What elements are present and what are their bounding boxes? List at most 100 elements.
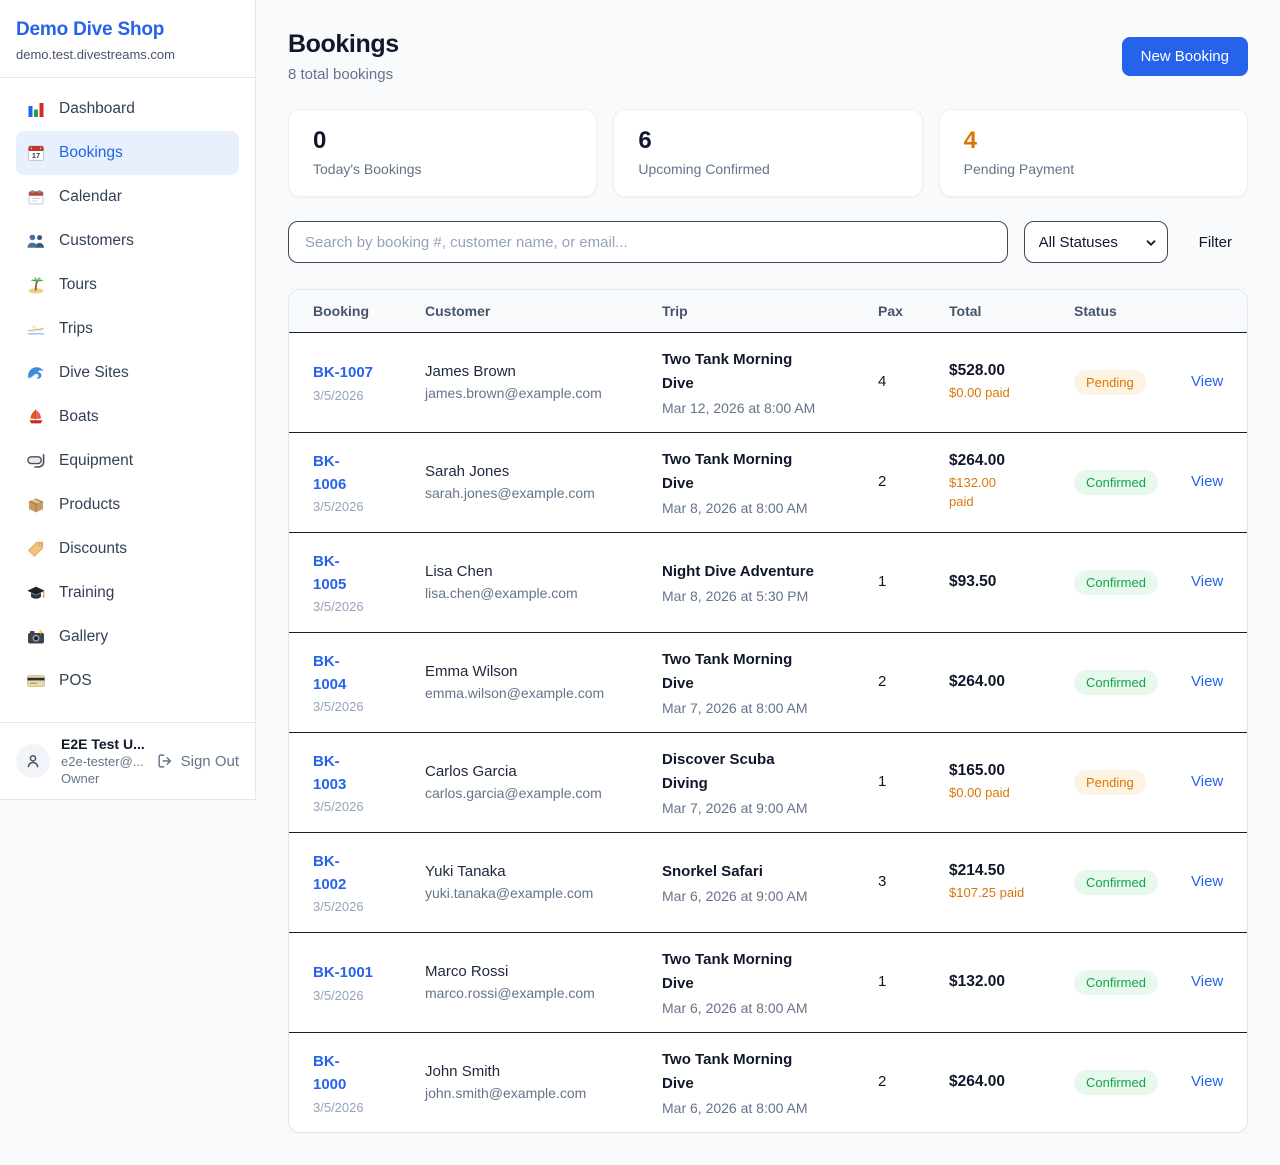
main-content: Bookings 8 total bookings New Booking 0T… (256, 0, 1280, 1165)
paid-amount: $132.00paid (949, 474, 1066, 512)
pax-cell: 1 (878, 732, 949, 832)
customer-cell: Yuki Tanakayuki.tanaka@example.com (425, 832, 662, 932)
pax-value: 1 (878, 773, 886, 790)
sidebar-item-training[interactable]: Training (16, 571, 239, 615)
sidebar-item-calendar[interactable]: Calendar (16, 175, 239, 219)
page-subtitle: 8 total bookings (288, 66, 399, 83)
booking-id-link[interactable]: BK-1004 (313, 650, 417, 697)
stat-card-today-s-bookings: 0Today's Bookings (288, 109, 597, 197)
total-amount: $93.50 (949, 573, 1066, 591)
view-link[interactable]: View (1191, 773, 1223, 790)
user-box: E2E Test U... e2e-tester@... Owner Sign … (0, 722, 255, 799)
pax-cell: 2 (878, 1032, 949, 1132)
booking-id-link[interactable]: BK-1005 (313, 550, 417, 597)
sidebar-item-gallery[interactable]: Gallery (16, 615, 239, 659)
booking-cell: BK-1007 3/5/2026 (289, 332, 425, 432)
sign-out-button[interactable]: Sign Out (156, 752, 239, 770)
trip-cell: Two Tank MorningDiveMar 7, 2026 at 8:00 … (662, 632, 878, 732)
sidebar-item-discounts[interactable]: Discounts (16, 527, 239, 571)
sign-out-icon (156, 752, 174, 770)
status-cell: Confirmed (1074, 632, 1191, 732)
total-cell: $93.50 (949, 532, 1074, 632)
sidebar-item-equipment[interactable]: Equipment (16, 439, 239, 483)
brand-title: Demo Dive Shop (16, 19, 239, 41)
sidebar-item-boats[interactable]: Boats (16, 395, 239, 439)
customer-name: Marco Rossi (425, 963, 654, 980)
sidebar-item-bookings[interactable]: 17Bookings (16, 131, 239, 175)
trip-name: Snorkel Safari (662, 860, 870, 884)
total-cell: $214.50$107.25 paid (949, 832, 1074, 932)
customer-cell: Emma Wilsonemma.wilson@example.com (425, 632, 662, 732)
view-link[interactable]: View (1191, 373, 1223, 390)
sidebar-item-label: Training (59, 584, 114, 602)
pax-value: 1 (878, 573, 886, 590)
sidebar-item-pos[interactable]: POS (16, 659, 239, 703)
booking-date: 3/5/2026 (313, 1100, 417, 1115)
stat-value: 6 (638, 127, 897, 155)
column-header-trip: Trip (662, 290, 878, 332)
booking-id-link[interactable]: BK-1007 (313, 361, 417, 384)
trip-datetime: Mar 6, 2026 at 9:00 AM (662, 888, 870, 904)
paid-amount: $107.25 paid (949, 884, 1066, 903)
pax-value: 2 (878, 1073, 886, 1090)
trip-name: Two Tank MorningDive (662, 1048, 870, 1096)
stat-label: Pending Payment (964, 161, 1223, 177)
trip-datetime: Mar 7, 2026 at 9:00 AM (662, 800, 870, 816)
sidebar-item-customers[interactable]: Customers (16, 219, 239, 263)
filter-button[interactable]: Filter (1199, 234, 1232, 251)
person-icon (23, 751, 43, 771)
page-title: Bookings (288, 30, 399, 59)
column-header-booking: Booking (289, 290, 425, 332)
column-header-actions (1191, 290, 1248, 332)
customer-email: emma.wilson@example.com (425, 685, 654, 701)
sidebar-item-trips[interactable]: Trips (16, 307, 239, 351)
booking-id-link[interactable]: BK-1006 (313, 450, 417, 497)
stat-label: Upcoming Confirmed (638, 161, 897, 177)
booking-id-link[interactable]: BK-1001 (313, 961, 417, 984)
total-amount: $528.00 (949, 362, 1066, 380)
view-link[interactable]: View (1191, 473, 1223, 490)
customer-cell: Lisa Chenlisa.chen@example.com (425, 532, 662, 632)
user-email: e2e-tester@... (61, 754, 145, 769)
sidebar-item-label: Equipment (59, 452, 133, 470)
search-input[interactable] (288, 221, 1008, 263)
trip-datetime: Mar 6, 2026 at 8:00 AM (662, 1000, 870, 1016)
trip-name: Two Tank MorningDive (662, 348, 870, 396)
customer-email: yuki.tanaka@example.com (425, 885, 654, 901)
graduation-cap-icon (26, 583, 46, 603)
booking-id-link[interactable]: BK-1002 (313, 850, 417, 897)
page-title-block: Bookings 8 total bookings (288, 30, 399, 83)
spiral-calendar-icon (26, 187, 46, 207)
status-select[interactable]: All Statuses (1024, 221, 1168, 263)
sidebar-item-dive-sites[interactable]: Dive Sites (16, 351, 239, 395)
brand-box: Demo Dive Shop demo.test.divestreams.com (0, 0, 255, 78)
view-link[interactable]: View (1191, 873, 1223, 890)
view-link[interactable]: View (1191, 1073, 1223, 1090)
booking-date: 3/5/2026 (313, 899, 417, 914)
view-link[interactable]: View (1191, 573, 1223, 590)
view-link[interactable]: View (1191, 673, 1223, 690)
sidebar-item-label: Tours (59, 276, 97, 294)
pax-cell: 2 (878, 632, 949, 732)
customer-email: marco.rossi@example.com (425, 985, 654, 1001)
booking-cell: BK-1001 3/5/2026 (289, 932, 425, 1032)
customer-email: james.brown@example.com (425, 385, 654, 401)
sidebar-item-products[interactable]: Products (16, 483, 239, 527)
booking-id-link[interactable]: BK-1003 (313, 750, 417, 797)
new-booking-button[interactable]: New Booking (1122, 37, 1248, 76)
table-row: BK-10043/5/2026Emma Wilsonemma.wilson@ex… (289, 632, 1248, 732)
booking-date: 3/5/2026 (313, 988, 417, 1003)
wave-icon (26, 363, 46, 383)
customer-name: Carlos Garcia (425, 763, 654, 780)
status-select-wrap: All Statuses (1024, 221, 1168, 263)
sidebar-item-tours[interactable]: Tours (16, 263, 239, 307)
total-amount: $264.00 (949, 452, 1066, 470)
view-link[interactable]: View (1191, 973, 1223, 990)
status-badge: Confirmed (1074, 870, 1158, 895)
booking-cell: BK-10043/5/2026 (289, 632, 425, 732)
trip-cell: Two Tank MorningDiveMar 6, 2026 at 8:00 … (662, 932, 878, 1032)
booking-date: 3/5/2026 (313, 388, 417, 403)
sidebar-item-dashboard[interactable]: Dashboard (16, 87, 239, 131)
booking-id-link[interactable]: BK-1000 (313, 1050, 417, 1097)
trip-datetime: Mar 6, 2026 at 8:00 AM (662, 1100, 870, 1116)
